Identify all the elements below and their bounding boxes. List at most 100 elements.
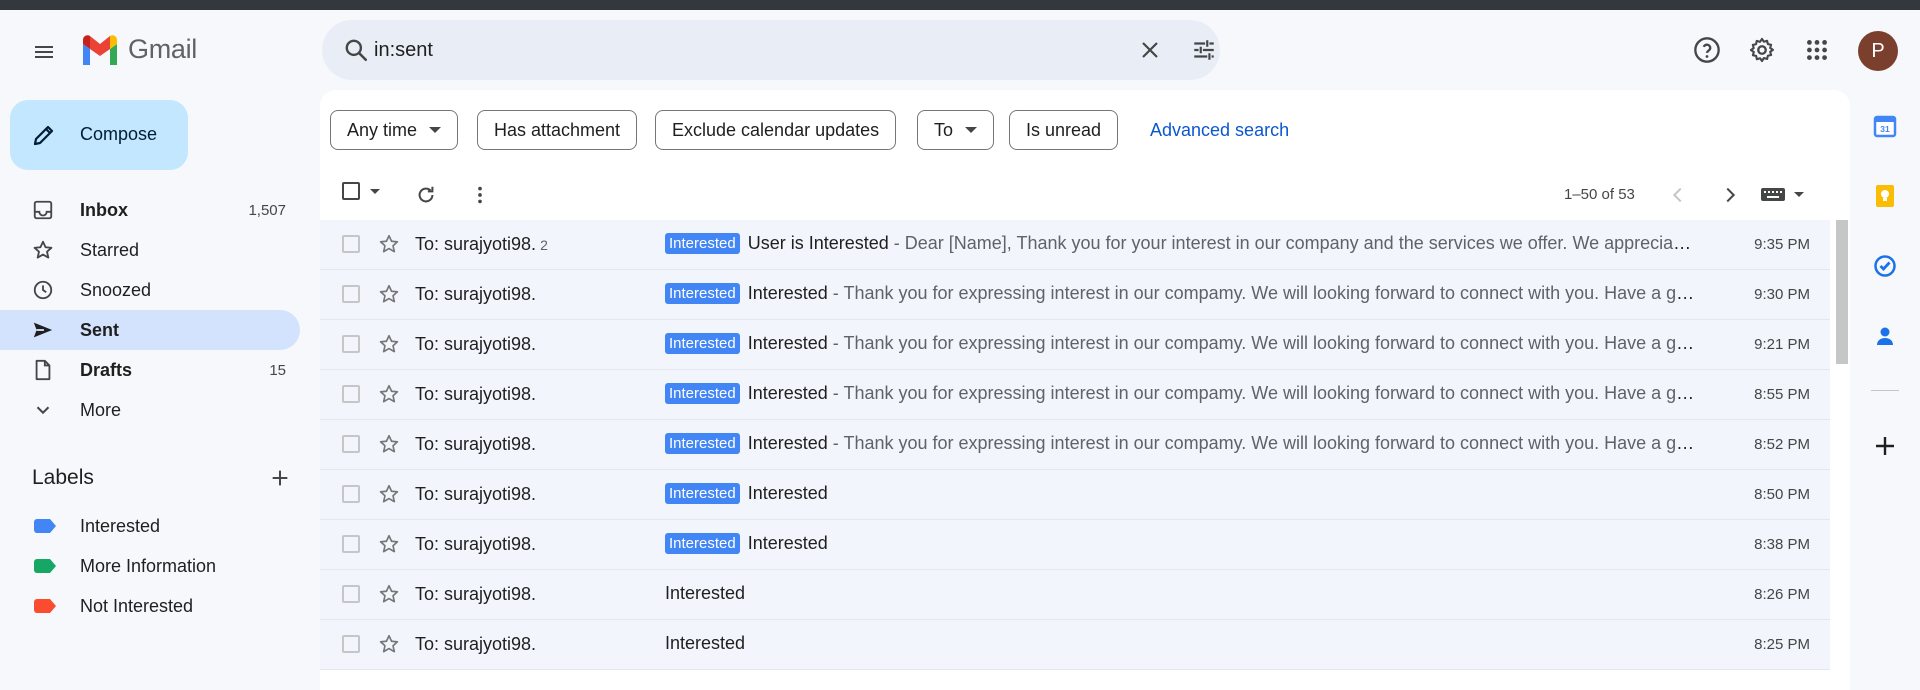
chip-exclude-calendar[interactable]: Exclude calendar updates	[655, 110, 897, 150]
unread-count: 1,507	[248, 202, 286, 219]
email-summary: Interested Interested - Thank you for exp…	[665, 333, 1695, 354]
sidebar-item-more[interactable]: More	[0, 390, 300, 430]
email-row[interactable]: To: surajyoti98. Interested 8:25 PM	[320, 620, 1830, 670]
label-item-not-interested[interactable]: Not Interested	[0, 586, 300, 626]
select-all-checkbox[interactable]	[342, 182, 380, 200]
row-checkbox[interactable]	[342, 585, 360, 603]
label-badge[interactable]: Interested	[665, 533, 740, 554]
email-row[interactable]: To: surajyoti98. Interested Interested 8:50…	[320, 470, 1830, 520]
more-actions-button[interactable]	[460, 175, 500, 215]
row-checkbox[interactable]	[342, 235, 360, 253]
support-button[interactable]	[1687, 30, 1727, 70]
sidebar-item-starred[interactable]: Starred	[0, 230, 300, 270]
advanced-search-link[interactable]: Advanced search	[1150, 120, 1289, 141]
email-row[interactable]: To: surajyoti98. Interested Interested - T…	[320, 320, 1830, 370]
labels-title: Labels	[32, 466, 94, 489]
email-row[interactable]: To: surajyoti98. Interested Interested 8:38…	[320, 520, 1830, 570]
create-label-button[interactable]	[262, 460, 298, 496]
star-icon[interactable]	[378, 583, 400, 610]
gear-icon	[1749, 37, 1775, 63]
label-badge[interactable]: Interested	[665, 483, 740, 504]
settings-button[interactable]	[1742, 30, 1782, 70]
get-addons-button[interactable]	[1865, 426, 1905, 466]
chip-has-attachment[interactable]: Has attachment	[477, 110, 638, 150]
compose-button[interactable]: Compose	[10, 100, 188, 170]
list-toolbar: 1–50 of 53	[320, 170, 1850, 220]
tasks-app-button[interactable]	[1865, 246, 1905, 286]
email-row[interactable]: To: surajyoti98. Interested 8:26 PM	[320, 570, 1830, 620]
search-button[interactable]	[336, 30, 376, 70]
caret-down-icon	[1794, 191, 1804, 197]
sidebar-item-sent[interactable]: Sent	[0, 310, 300, 350]
calendar-icon: 31	[1873, 115, 1897, 138]
gmail-logo[interactable]: Gmail	[80, 34, 197, 65]
email-snippet: - Thank you for expressing interest in o…	[827, 333, 1695, 353]
row-checkbox[interactable]	[342, 435, 360, 453]
send-icon	[32, 319, 54, 341]
email-subject: Interested	[747, 283, 828, 303]
compose-label: Compose	[80, 124, 158, 144]
sidebar-item-label: Sent	[80, 320, 120, 340]
star-icon[interactable]	[378, 533, 400, 560]
chip-is-unread[interactable]: Is unread	[1009, 110, 1119, 150]
refresh-button[interactable]	[406, 175, 446, 215]
clear-search-button[interactable]	[1130, 30, 1170, 70]
thread-count: 2	[540, 237, 548, 253]
recipient-text: To: surajyoti98.	[415, 434, 537, 454]
row-checkbox[interactable]	[342, 485, 360, 503]
list-scrollbar[interactable]	[1836, 220, 1848, 364]
label-badge[interactable]: Interested	[665, 433, 740, 454]
email-subject: Interested	[747, 383, 828, 403]
row-checkbox[interactable]	[342, 335, 360, 353]
avatar[interactable]: P	[1858, 31, 1898, 71]
sidebar-item-snoozed[interactable]: Snoozed	[0, 270, 300, 310]
sidebar-item-drafts[interactable]: Drafts 15	[0, 350, 300, 390]
nav-list: Inbox 1,507 Starred Snoozed Sent Drafts …	[0, 190, 300, 430]
label-badge[interactable]: Interested	[665, 283, 740, 304]
email-time: 8:38 PM	[1754, 536, 1810, 553]
email-recipient: To: surajyoti98.	[415, 334, 536, 355]
label-item-interested[interactable]: Interested	[0, 506, 300, 546]
input-tools-button[interactable]	[1760, 185, 1804, 203]
recipient-text: To: surajyoti98.	[415, 334, 537, 354]
close-icon	[1142, 42, 1158, 58]
star-icon[interactable]	[378, 383, 400, 410]
star-icon[interactable]	[378, 483, 400, 510]
label-badge[interactable]: Interested	[665, 383, 740, 404]
newer-button[interactable]	[1658, 175, 1698, 215]
email-row[interactable]: To: surajyoti98. Interested Interested - T…	[320, 270, 1830, 320]
label-item-more-information[interactable]: More Information	[0, 546, 300, 586]
row-checkbox[interactable]	[342, 635, 360, 653]
contacts-app-button[interactable]	[1865, 316, 1905, 356]
star-icon[interactable]	[378, 433, 400, 460]
keep-app-button[interactable]	[1865, 176, 1905, 216]
chip-to[interactable]: To	[917, 110, 995, 150]
chip-any-time[interactable]: Any time	[330, 110, 459, 150]
row-checkbox[interactable]	[342, 285, 360, 303]
row-checkbox[interactable]	[342, 535, 360, 553]
star-icon[interactable]	[378, 633, 400, 660]
calendar-app-button[interactable]: 31	[1865, 106, 1905, 146]
email-row[interactable]: To: surajyoti98. 2 Interested User is Inter…	[320, 220, 1830, 270]
search-input[interactable]	[374, 34, 1074, 66]
star-icon[interactable]	[378, 333, 400, 360]
label-badge[interactable]: Interested	[665, 233, 740, 254]
pencil-icon	[33, 125, 54, 146]
main-menu-button[interactable]	[24, 32, 64, 72]
older-button[interactable]	[1710, 175, 1750, 215]
email-summary: Interested Interested	[665, 483, 1695, 504]
apps-grid-icon	[1807, 40, 1827, 60]
email-summary: Interested User is Interested - Dear [Nam…	[665, 233, 1695, 254]
star-icon[interactable]	[378, 283, 400, 310]
star-icon[interactable]	[378, 233, 400, 260]
email-time: 9:21 PM	[1754, 336, 1810, 353]
email-row[interactable]: To: surajyoti98. Interested Interested - T…	[320, 420, 1830, 470]
apps-button[interactable]	[1797, 30, 1837, 70]
chevron-down-icon	[32, 399, 54, 421]
label-badge[interactable]: Interested	[665, 333, 740, 354]
sidebar-item-inbox[interactable]: Inbox 1,507	[0, 190, 300, 230]
email-snippet: - Thank you for expressing interest in o…	[827, 283, 1695, 303]
search-options-button[interactable]	[1184, 30, 1224, 70]
row-checkbox[interactable]	[342, 385, 360, 403]
email-row[interactable]: To: surajyoti98. Interested Interested - T…	[320, 370, 1830, 420]
